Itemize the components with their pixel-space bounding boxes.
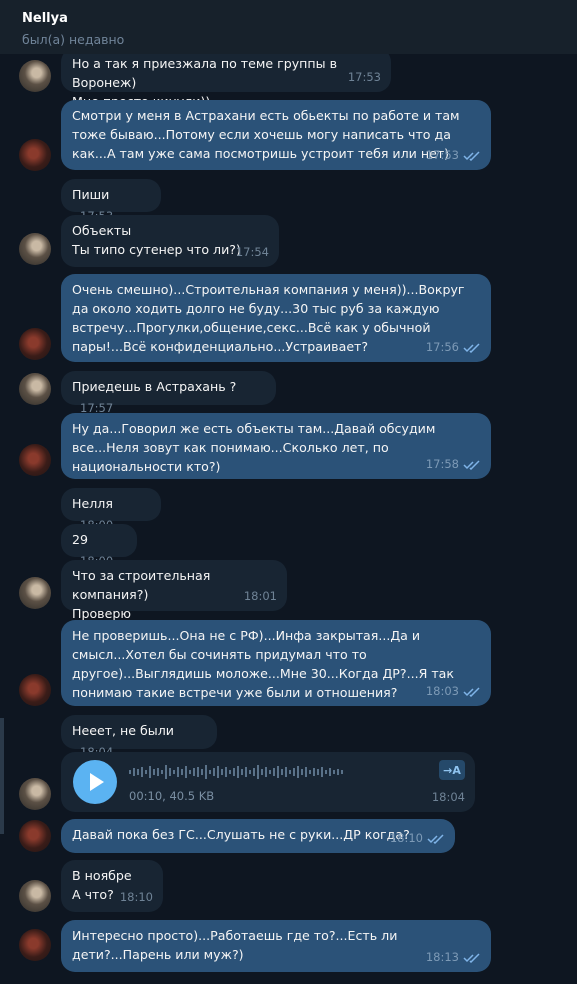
message-text: Смотри у меня в Астрахани есть обьекты п… (72, 108, 460, 161)
message-time: 18:10 (389, 831, 423, 845)
message-bubble[interactable]: Пиши 17:53 (61, 179, 161, 223)
message-bubble[interactable]: Приедешь в Астрахань ? 17:57 (61, 371, 276, 415)
avatar[interactable] (19, 444, 51, 476)
message-time: 18:03 (425, 684, 459, 698)
message-text: Не проверишь...Она не с РФ)...Инфа закры… (72, 628, 454, 700)
transcribe-icon[interactable]: →A (439, 760, 465, 780)
voice-duration-size: 00:10, 40.5 KB (129, 789, 215, 803)
double-check-icon (463, 459, 480, 470)
avatar[interactable] (19, 880, 51, 912)
avatar[interactable] (19, 778, 51, 810)
message-bubble[interactable]: Нееет, не были 18:04 (61, 715, 217, 759)
message-bubble[interactable]: Давай пока без ГС...Слушать не с руки...… (61, 819, 455, 853)
message-bubble[interactable]: Очень смешно)...Строительная компания у … (61, 274, 491, 362)
message-time: 17:53 (347, 70, 381, 84)
contact-status: был(а) недавно (22, 32, 125, 47)
message-text: 29 (72, 532, 89, 547)
message-time: 17:54 (235, 245, 269, 259)
double-check-icon (427, 833, 444, 844)
message-bubble[interactable]: Ну да...Говорил же есть объекты там...Да… (61, 413, 491, 479)
voice-message[interactable]: 00:10, 40.5 KB →A 18:04 (61, 752, 475, 812)
message-text: Приедешь в Астрахань ? (72, 379, 237, 394)
avatar[interactable] (19, 929, 51, 961)
message-time: 18:10 (119, 890, 153, 904)
message-time: 18:04 (431, 790, 465, 804)
message-text: Ну да...Говорил же есть объекты там...Да… (72, 421, 436, 474)
message-bubble[interactable]: Не проверишь...Она не с РФ)...Инфа закры… (61, 620, 491, 706)
message-bubble[interactable]: Нелля 18:00 (61, 488, 161, 532)
scrollbar[interactable] (0, 718, 4, 834)
avatar[interactable] (19, 233, 51, 265)
message-time: 18:13 (425, 950, 459, 964)
chat-header[interactable]: Nellya был(а) недавно (0, 0, 577, 54)
message-bubble[interactable]: Интересно просто)...Работаешь где то?...… (61, 920, 491, 972)
avatar[interactable] (19, 674, 51, 706)
message-time: 17:58 (425, 457, 459, 471)
message-bubble[interactable]: 29 18:00 (61, 524, 137, 568)
avatar[interactable] (19, 60, 51, 92)
contact-name[interactable]: Nellya (22, 11, 68, 26)
message-text: Интересно просто)...Работаешь где то?...… (72, 928, 398, 962)
double-check-icon (463, 686, 480, 697)
message-text: Нелля (72, 496, 113, 511)
message-time: 18:01 (243, 589, 277, 603)
double-check-icon (463, 952, 480, 963)
message-bubble[interactable]: В ноябре А что? 18:10 (61, 860, 163, 912)
avatar[interactable] (19, 373, 51, 405)
message-list[interactable]: Но а так я приезжала по теме группы в Во… (0, 54, 577, 984)
avatar[interactable] (19, 577, 51, 609)
message-bubble[interactable]: Что за строительная компания?) Проверю 1… (61, 560, 287, 621)
avatar[interactable] (19, 328, 51, 360)
play-icon[interactable] (73, 760, 117, 804)
message-text: Очень смешно)...Строительная компания у … (72, 282, 465, 354)
message-text: Нееет, не были (72, 723, 174, 738)
message-bubble[interactable]: Объекты Ты типо сутенер что ли?) 17:54 (61, 215, 279, 267)
double-check-icon (463, 150, 480, 161)
avatar[interactable] (19, 139, 51, 171)
message-text: Давай пока без ГС...Слушать не с руки...… (72, 827, 410, 842)
waveform[interactable] (129, 764, 369, 780)
double-check-icon (463, 342, 480, 353)
message-text: Пиши (72, 187, 110, 202)
message-bubble[interactable]: Смотри у меня в Астрахани есть обьекты п… (61, 100, 491, 170)
message-bubble[interactable]: Но а так я приезжала по теме группы в Во… (61, 54, 391, 109)
message-time: 17:53 (425, 148, 459, 162)
avatar[interactable] (19, 820, 51, 852)
message-time: 17:56 (425, 340, 459, 354)
